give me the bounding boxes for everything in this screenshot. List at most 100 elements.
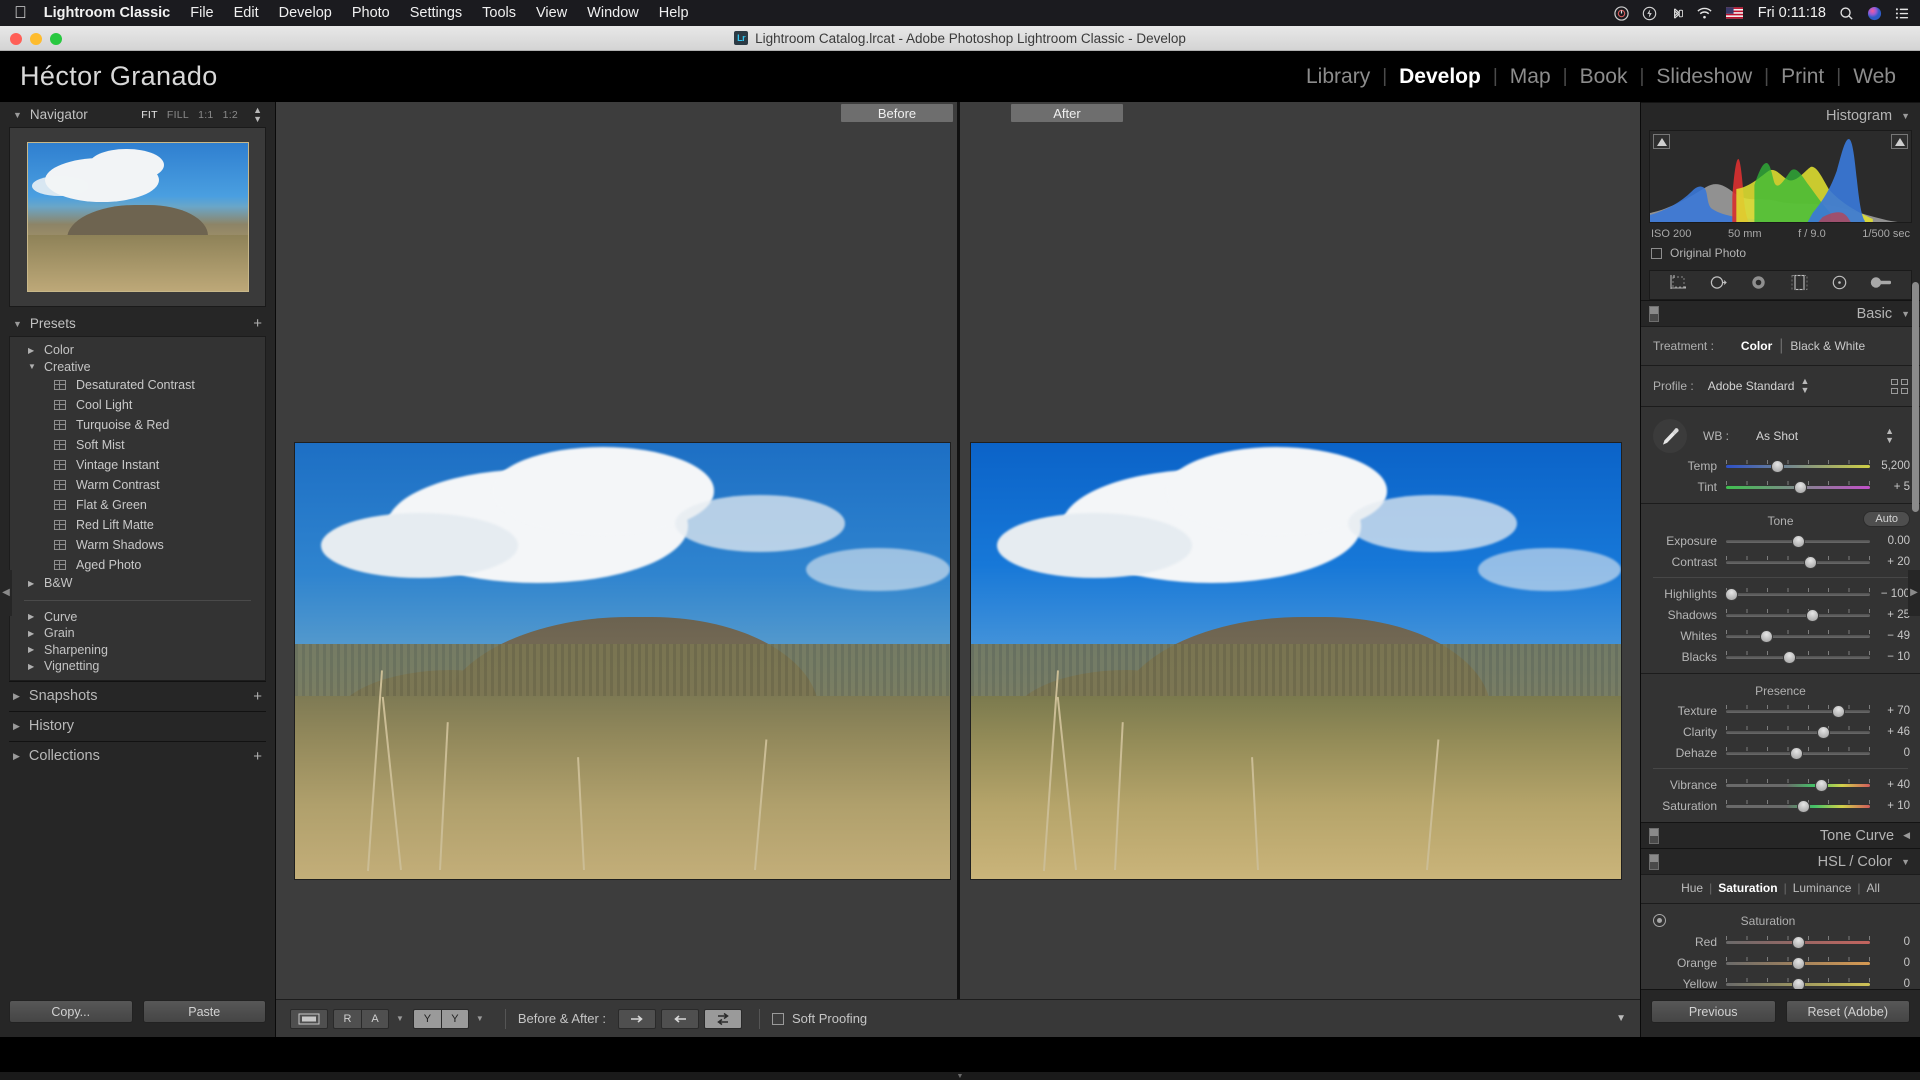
compare-active-button[interactable]: A <box>361 1008 389 1029</box>
wifi-icon[interactable] <box>1696 6 1713 20</box>
tint-value[interactable]: + 5 <box>1870 481 1910 493</box>
tab-luminance[interactable]: Luminance <box>1793 881 1852 895</box>
zoom-1-1[interactable]: 1:1 <box>198 109 214 121</box>
exposure-slider[interactable] <box>1726 534 1870 548</box>
chevron-right-icon[interactable]: ▶ <box>28 662 37 671</box>
slider-knob[interactable] <box>1791 534 1805 548</box>
texture-slider[interactable] <box>1726 704 1870 718</box>
saturation-slider[interactable] <box>1726 799 1870 813</box>
search-icon[interactable] <box>1839 6 1854 21</box>
red-eye-icon[interactable] <box>1749 274 1768 296</box>
contrast-value[interactable]: + 20 <box>1870 556 1910 568</box>
highlights-slider[interactable] <box>1725 587 1870 601</box>
right-panel-collapse-arrow[interactable]: ▶ <box>1908 569 1920 616</box>
navigator-preview[interactable] <box>9 127 266 307</box>
reset-button[interactable]: Reset (Adobe) <box>1785 1000 1910 1023</box>
bluetooth-icon[interactable] <box>1670 6 1683 21</box>
soft-proofing-checkbox[interactable] <box>772 1012 784 1025</box>
chevron-right-icon[interactable]: ▶ <box>13 751 20 762</box>
before-after-left-button[interactable]: Y <box>412 1008 441 1029</box>
hsl-red-value[interactable]: 0 <box>1870 936 1910 948</box>
menu-photo[interactable]: Photo <box>352 5 390 21</box>
temp-value[interactable]: 5,200 <box>1870 460 1910 472</box>
hsl-orange-slider[interactable] <box>1726 956 1870 970</box>
slider-knob[interactable] <box>1814 778 1828 792</box>
graduated-filter-icon[interactable] <box>1790 274 1809 296</box>
chevron-right-icon[interactable]: ▶ <box>28 579 37 588</box>
tab-all[interactable]: All <box>1867 881 1880 895</box>
tone-curve-panel-switch[interactable] <box>1649 827 1659 844</box>
module-develop[interactable]: Develop <box>1387 65 1493 89</box>
basic-header[interactable]: Basic ▼ <box>1641 300 1920 326</box>
menu-help[interactable]: Help <box>659 5 689 21</box>
wb-value[interactable]: As Shot <box>1756 429 1798 443</box>
vibrance-slider[interactable] <box>1726 778 1870 792</box>
menu-file[interactable]: File <box>190 5 213 21</box>
before-photo[interactable] <box>294 442 951 880</box>
us-flag-icon[interactable] <box>1725 7 1743 19</box>
treatment-bw-option[interactable]: Black & White <box>1783 339 1872 353</box>
shadow-clipping-button[interactable] <box>1653 134 1670 149</box>
shadows-value[interactable]: + 25 <box>1870 609 1910 621</box>
profile-value[interactable]: Adobe Standard <box>1708 379 1795 393</box>
snapshots-header[interactable]: ▶ Snapshots + <box>9 680 266 711</box>
tab-hue[interactable]: Hue <box>1681 881 1703 895</box>
copy-after-settings-button[interactable] <box>661 1008 699 1029</box>
collections-header[interactable]: ▶ Collections + <box>9 740 266 771</box>
menu-develop[interactable]: Develop <box>279 5 332 21</box>
spot-removal-icon[interactable] <box>1709 274 1728 296</box>
copy-button[interactable]: Copy... <box>9 1000 133 1023</box>
chevron-down-icon[interactable]: ▼ <box>28 362 37 371</box>
after-photo[interactable] <box>970 442 1622 880</box>
module-print[interactable]: Print <box>1769 65 1836 89</box>
time-machine-icon[interactable] <box>1614 5 1629 21</box>
shadows-slider[interactable] <box>1726 608 1870 622</box>
list-item[interactable]: Soft Mist <box>10 435 265 455</box>
add-snapshot-icon[interactable]: + <box>253 689 262 704</box>
highlights-value[interactable]: − 100 <box>1870 588 1910 600</box>
module-library[interactable]: Library <box>1294 65 1382 89</box>
chevron-left-icon[interactable]: ◀ <box>1903 830 1910 841</box>
hsl-color-header[interactable]: HSL / Color ▼ <box>1641 848 1920 874</box>
history-header[interactable]: ▶ History <box>9 710 266 741</box>
white-balance-selector-icon[interactable] <box>1653 419 1687 453</box>
list-item[interactable]: Turquoise & Red <box>10 415 265 435</box>
slider-knob[interactable] <box>1725 587 1739 601</box>
profile-stepper-icon[interactable]: ▲ ▼ <box>1800 377 1809 395</box>
treatment-color-option[interactable]: Color <box>1734 339 1779 353</box>
identity-plate[interactable]: Héctor Granado <box>20 61 218 92</box>
tint-slider[interactable] <box>1726 480 1870 494</box>
texture-value[interactable]: + 70 <box>1870 705 1910 717</box>
filmstrip-collapse-bar[interactable]: ▼ <box>0 1072 1920 1080</box>
blacks-value[interactable]: − 10 <box>1870 651 1910 663</box>
list-item[interactable]: Aged Photo <box>10 555 265 575</box>
blacks-slider[interactable] <box>1726 650 1870 664</box>
radial-filter-icon[interactable] <box>1830 274 1849 296</box>
module-slideshow[interactable]: Slideshow <box>1644 65 1764 89</box>
navigator-header[interactable]: ▼ Navigator FIT FILL 1:1 1:2 ▲ ▼ <box>9 102 266 127</box>
compare-reference-button[interactable]: R <box>333 1008 361 1029</box>
battery-bolt-icon[interactable] <box>1642 6 1657 21</box>
menu-edit[interactable]: Edit <box>234 5 259 21</box>
toolbar-options-chevron-icon[interactable]: ▼ <box>1616 1013 1626 1024</box>
list-item[interactable]: Warm Shadows <box>10 535 265 555</box>
module-book[interactable]: Book <box>1568 65 1640 89</box>
slider-knob[interactable] <box>1771 459 1785 473</box>
menu-settings[interactable]: Settings <box>410 5 462 21</box>
slider-knob[interactable] <box>1759 629 1773 643</box>
adjustment-brush-icon[interactable] <box>1870 274 1892 296</box>
chevron-down-icon[interactable]: ▼ <box>396 1014 404 1023</box>
tab-saturation[interactable]: Saturation <box>1718 881 1777 895</box>
apple-logo-icon[interactable]:  <box>14 4 27 21</box>
basic-panel-switch[interactable] <box>1649 305 1659 322</box>
slider-knob[interactable] <box>1782 650 1796 664</box>
slider-knob[interactable] <box>1790 746 1804 760</box>
swap-before-after-button[interactable] <box>704 1008 742 1029</box>
chevron-down-icon[interactable]: ▼ <box>476 1014 484 1023</box>
chevron-down-icon[interactable]: ▼ <box>13 319 22 329</box>
list-item[interactable]: Cool Light <box>10 395 265 415</box>
hsl-red-slider[interactable] <box>1726 935 1870 949</box>
highlight-clipping-button[interactable] <box>1891 134 1908 149</box>
slider-knob[interactable] <box>1791 935 1805 949</box>
paste-button[interactable]: Paste <box>142 1000 266 1023</box>
